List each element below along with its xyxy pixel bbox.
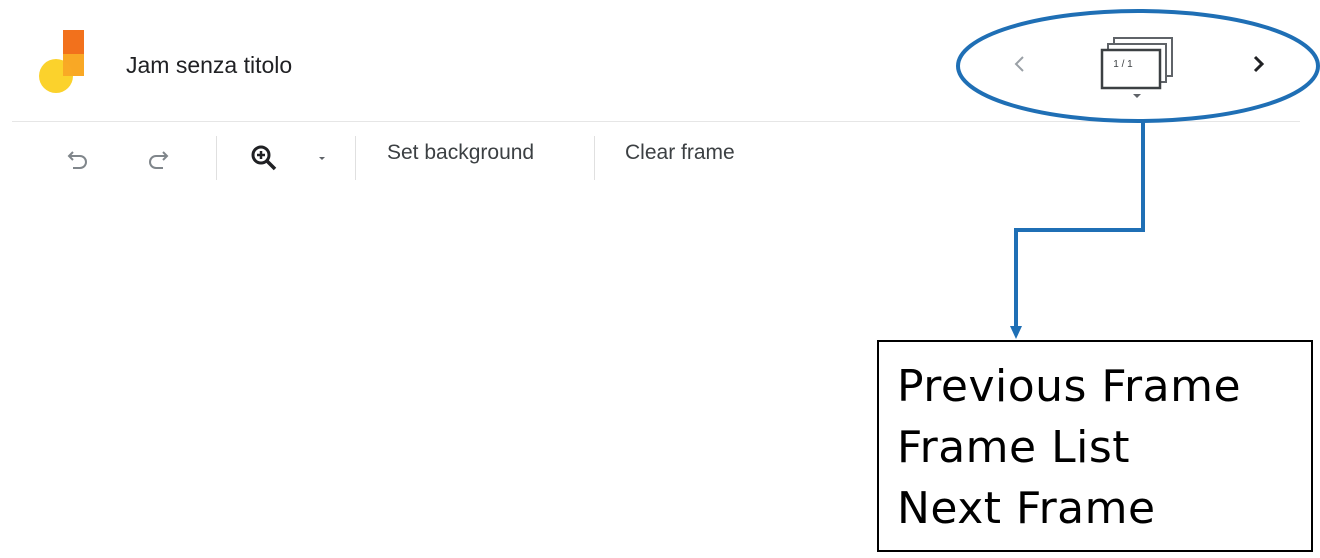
callout-line-frame-list: Frame List bbox=[897, 422, 1130, 473]
chevron-left-icon bbox=[1014, 56, 1024, 72]
header-divider bbox=[12, 121, 1300, 122]
chevron-right-icon bbox=[1253, 55, 1265, 73]
annotation-callout: Previous Frame Frame List Next Frame bbox=[877, 340, 1313, 552]
connector-arrowhead bbox=[1010, 326, 1022, 339]
callout-line-previous-frame: Previous Frame bbox=[897, 361, 1242, 412]
clear-frame-button[interactable]: Clear frame bbox=[625, 141, 735, 165]
toolbar-separator bbox=[594, 136, 595, 180]
redo-button[interactable] bbox=[140, 140, 176, 176]
next-frame-button[interactable] bbox=[1240, 46, 1276, 82]
jamboard-logo-icon bbox=[39, 30, 84, 93]
frame-counter: 1 / 1 bbox=[1113, 59, 1133, 70]
undo-icon bbox=[67, 151, 87, 169]
toolbar-separator bbox=[355, 136, 356, 180]
zoom-button[interactable] bbox=[246, 140, 282, 176]
redo-icon bbox=[149, 151, 169, 169]
undo-button[interactable] bbox=[60, 140, 96, 176]
connector-line bbox=[1014, 121, 1145, 330]
zoom-dropdown-button[interactable] bbox=[312, 148, 332, 168]
previous-frame-button[interactable] bbox=[1002, 46, 1038, 82]
zoom-in-icon bbox=[251, 145, 277, 171]
caret-down-icon bbox=[319, 157, 325, 160]
toolbar-separator bbox=[216, 136, 217, 180]
callout-line-next-frame: Next Frame bbox=[897, 483, 1156, 534]
jamboard-screen: Jam senza titolo 1 / 1 Set background Cl… bbox=[0, 0, 1320, 558]
set-background-button[interactable]: Set background bbox=[387, 141, 534, 165]
document-title[interactable]: Jam senza titolo bbox=[126, 52, 292, 79]
